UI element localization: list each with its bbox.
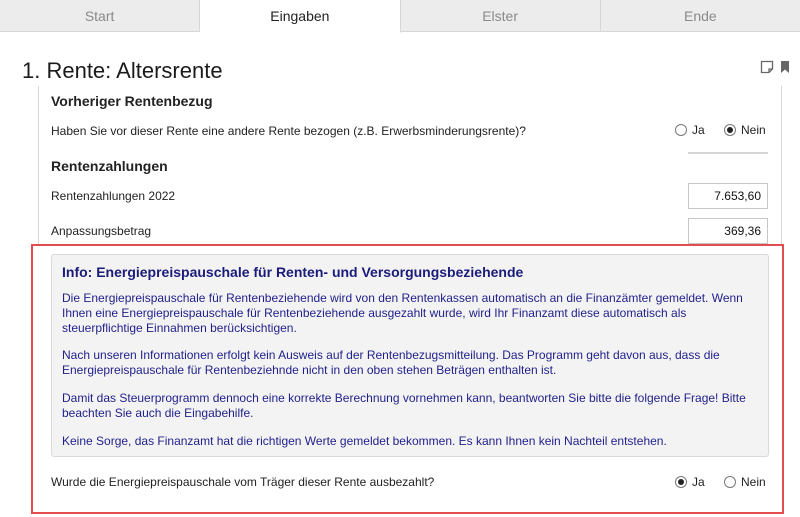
radio-circle [724,476,736,488]
note-icon[interactable] [760,60,774,74]
tab-eingaben[interactable]: Eingaben [200,0,401,33]
radio-label: Nein [741,475,766,489]
title-toolbar [760,60,790,74]
section-heading-rentenzahlungen: Rentenzahlungen [51,158,168,174]
radio-epp-nein[interactable]: Nein [724,475,766,489]
info-paragraph: Die Energiepreispauschale für Rentenbezi… [62,291,743,335]
radio-vorherige-rente-nein[interactable]: Nein [724,123,766,137]
radio-circle [724,124,736,136]
question-epp-ausbezahlt: Wurde die Energiepreispauschale vom Träg… [51,475,435,489]
radio-label: Ja [692,123,705,137]
input-rentenzahlungen-2022[interactable]: 7.653,60 [688,183,768,209]
radio-epp-ja[interactable]: Ja [675,475,705,489]
radio-label: Nein [741,123,766,137]
label-anpassungsbetrag: Anpassungsbetrag [51,224,152,238]
page-title: 1. Rente: Altersrente [22,58,223,83]
bookmark-icon[interactable] [780,60,790,74]
radio-vorherige-rente-ja[interactable]: Ja [675,123,705,137]
label-rentenzahlungen-2022: Rentenzahlungen 2022 [51,189,176,203]
tab-start[interactable]: Start [0,0,201,31]
question-vorherige-rente: Haben Sie vor dieser Rente eine andere R… [51,124,526,138]
separator [688,152,768,154]
tab-bar: Start Eingaben Elster Ende [0,0,800,33]
section-heading-vorheriger-rentenbezug: Vorheriger Rentenbezug [51,93,213,109]
info-paragraph: Keine Sorge, das Finanzamt hat die richt… [62,434,667,448]
input-anpassungsbetrag[interactable]: 369,36 [688,218,768,244]
radio-label: Ja [692,475,705,489]
radio-circle [675,124,687,136]
tab-elster[interactable]: Elster [401,0,601,31]
info-paragraph: Nach unseren Informationen erfolgt kein … [62,348,720,377]
info-paragraph: Damit das Steuerprogramm dennoch eine ko… [62,391,746,420]
info-title: Info: Energiepreispauschale für Renten- … [62,264,524,280]
radio-circle [675,476,687,488]
tab-ende[interactable]: Ende [601,0,800,31]
